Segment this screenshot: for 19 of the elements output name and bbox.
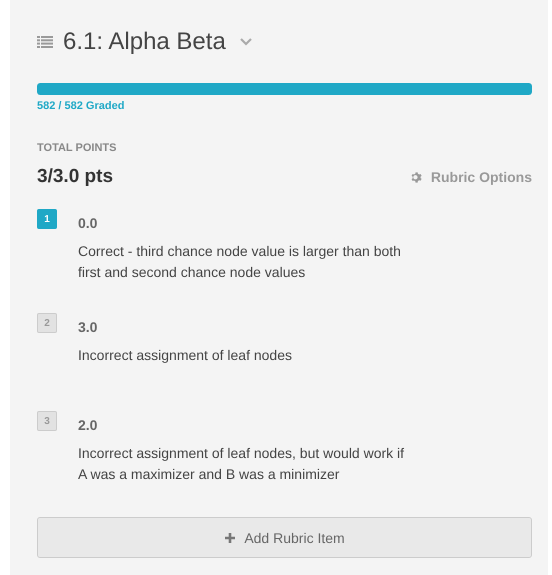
item-key[interactable]: 2	[37, 313, 57, 333]
item-points: 3.0	[78, 319, 98, 335]
rubric-options-button[interactable]: Rubric Options	[410, 169, 532, 185]
question-title: 6.1: Alpha Beta	[63, 28, 226, 56]
item-description: Incorrect assignment of leaf nodes	[78, 346, 294, 365]
item-description: Correct - third chance node value is larger than both first and second chance node values	[78, 242, 402, 282]
plus-icon	[224, 532, 236, 544]
add-rubric-item-button[interactable]: Add Rubric Item	[37, 517, 532, 558]
list-icon[interactable]	[37, 36, 53, 48]
total-points-label: TOTAL POINTS	[37, 142, 118, 154]
item-points: 0.0	[78, 215, 98, 231]
settings-icon	[410, 170, 423, 184]
item-key[interactable]: 3	[37, 411, 57, 431]
chevron-down-icon[interactable]	[240, 38, 252, 46]
item-key[interactable]: 1	[37, 209, 57, 229]
total-points-value: 3/3.0 pts	[37, 166, 114, 188]
graded-count: 582 / 582 Graded	[37, 100, 126, 112]
item-points: 2.0	[78, 417, 98, 433]
item-description: Incorrect assignment of leaf nodes, but would work if A was a maximizer and B was a minimizer	[78, 444, 406, 484]
